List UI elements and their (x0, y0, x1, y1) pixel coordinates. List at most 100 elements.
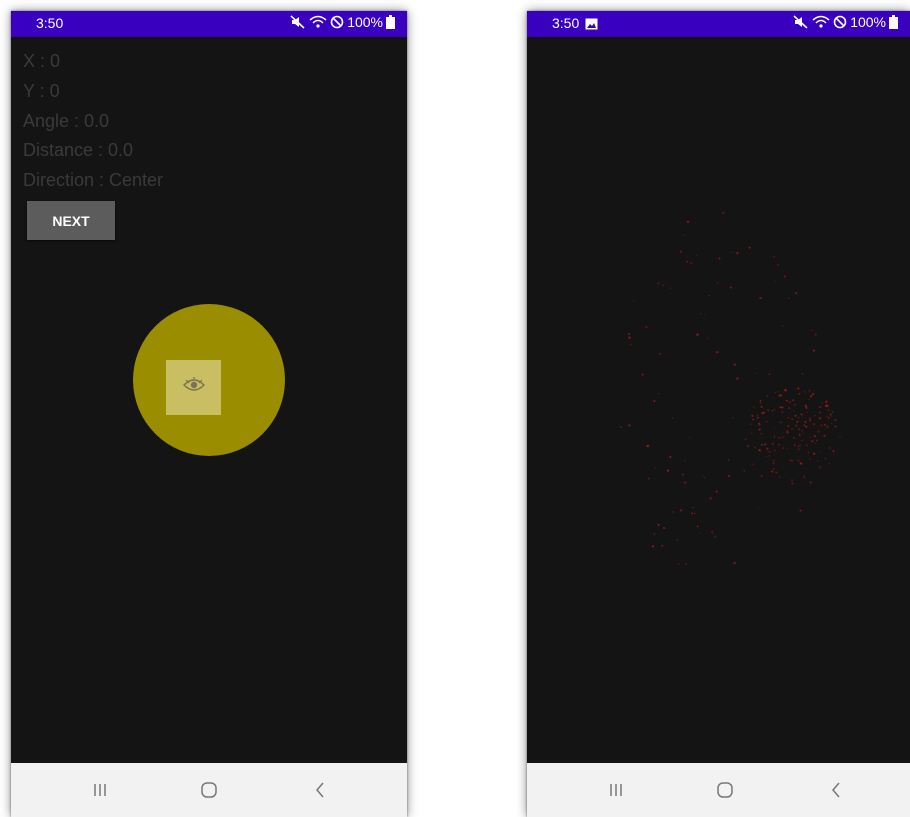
red-dot (826, 425, 829, 428)
x-value-label: X : 0 (23, 51, 61, 71)
wifi-icon (812, 15, 830, 29)
status-bar: 3:50 100% (11, 11, 407, 37)
red-dot (820, 424, 823, 427)
red-dot (645, 326, 648, 329)
red-dot (651, 545, 654, 548)
red-dot (772, 467, 775, 470)
red-dot (801, 373, 804, 375)
recent-apps-icon[interactable] (603, 777, 629, 803)
distance-value-label: Distance : 0.0 (23, 140, 134, 160)
red-dot (711, 530, 713, 533)
red-dot (767, 409, 769, 411)
red-dot (819, 466, 822, 469)
red-dot (709, 497, 712, 500)
red-dot (628, 336, 631, 339)
red-dot (722, 211, 725, 214)
red-dot (758, 423, 761, 427)
home-icon[interactable] (712, 777, 738, 803)
red-dot (766, 447, 769, 450)
red-dot (798, 428, 801, 431)
red-dot (657, 523, 660, 526)
red-dot (781, 406, 784, 409)
red-dot (811, 392, 815, 396)
next-button[interactable]: NEXT (27, 201, 115, 240)
red-dot (813, 435, 816, 438)
red-dot (834, 418, 837, 422)
red-dot (760, 474, 763, 478)
red-dot (711, 532, 714, 534)
back-icon[interactable] (307, 777, 333, 803)
red-dot (825, 400, 828, 403)
recent-apps-icon[interactable] (87, 777, 113, 803)
red-dot (789, 401, 792, 404)
red-dot (731, 251, 733, 254)
do-not-disturb-icon (833, 15, 847, 29)
red-dot (778, 394, 781, 396)
red-dot (831, 415, 833, 417)
red-dot (777, 263, 780, 266)
joystick-knob[interactable] (166, 360, 221, 415)
red-dot (806, 444, 808, 447)
red-dot (825, 404, 828, 408)
red-dot (765, 420, 768, 423)
red-dot (811, 440, 814, 443)
red-dot (773, 255, 776, 258)
red-dot (752, 418, 755, 421)
red-dot (733, 561, 736, 565)
red-dot (832, 450, 835, 453)
red-dot (814, 333, 817, 336)
red-dot (751, 463, 755, 466)
red-dot (729, 286, 732, 289)
red-dot (778, 476, 781, 478)
red-dot (781, 411, 784, 414)
camera-view[interactable] (527, 37, 910, 763)
red-dot (690, 512, 694, 515)
red-dot (779, 421, 782, 424)
red-dot (752, 406, 755, 408)
red-dot (777, 391, 779, 393)
home-icon[interactable] (196, 777, 222, 803)
red-dot (748, 246, 751, 249)
red-dot (779, 406, 782, 409)
red-dot (696, 525, 699, 528)
red-dot (758, 449, 761, 452)
red-dot (831, 411, 834, 413)
red-dot (809, 481, 812, 484)
red-dot (683, 460, 686, 462)
red-dot (692, 506, 695, 509)
red-dot (766, 394, 769, 397)
red-dot (653, 533, 656, 535)
red-dot (791, 428, 793, 430)
red-dot (657, 282, 659, 285)
red-dot (736, 377, 739, 380)
red-dot (746, 444, 750, 448)
back-icon[interactable] (823, 777, 849, 803)
red-dot (817, 460, 819, 462)
red-dot (628, 424, 631, 427)
red-dot (754, 446, 756, 448)
red-dot (774, 391, 777, 394)
red-dot (791, 482, 794, 485)
red-dot (786, 447, 788, 449)
red-dot (785, 399, 787, 402)
red-dot (676, 538, 679, 541)
red-dot (683, 234, 685, 237)
red-dot (790, 479, 794, 482)
red-dot (765, 455, 767, 458)
red-dot (646, 444, 650, 448)
status-icons: 100% (793, 14, 898, 30)
red-dot (800, 413, 803, 416)
red-dot (814, 442, 816, 445)
red-dot (798, 433, 801, 437)
red-dot (663, 527, 666, 530)
red-dot (825, 415, 827, 417)
red-dot (804, 391, 806, 393)
red-dot (799, 462, 803, 465)
red-dot (758, 428, 761, 431)
red-dot (686, 260, 689, 263)
red-dot (808, 398, 810, 400)
red-dot (803, 424, 805, 426)
red-dot (760, 432, 763, 435)
red-dot (727, 475, 730, 478)
red-dot (793, 444, 796, 447)
